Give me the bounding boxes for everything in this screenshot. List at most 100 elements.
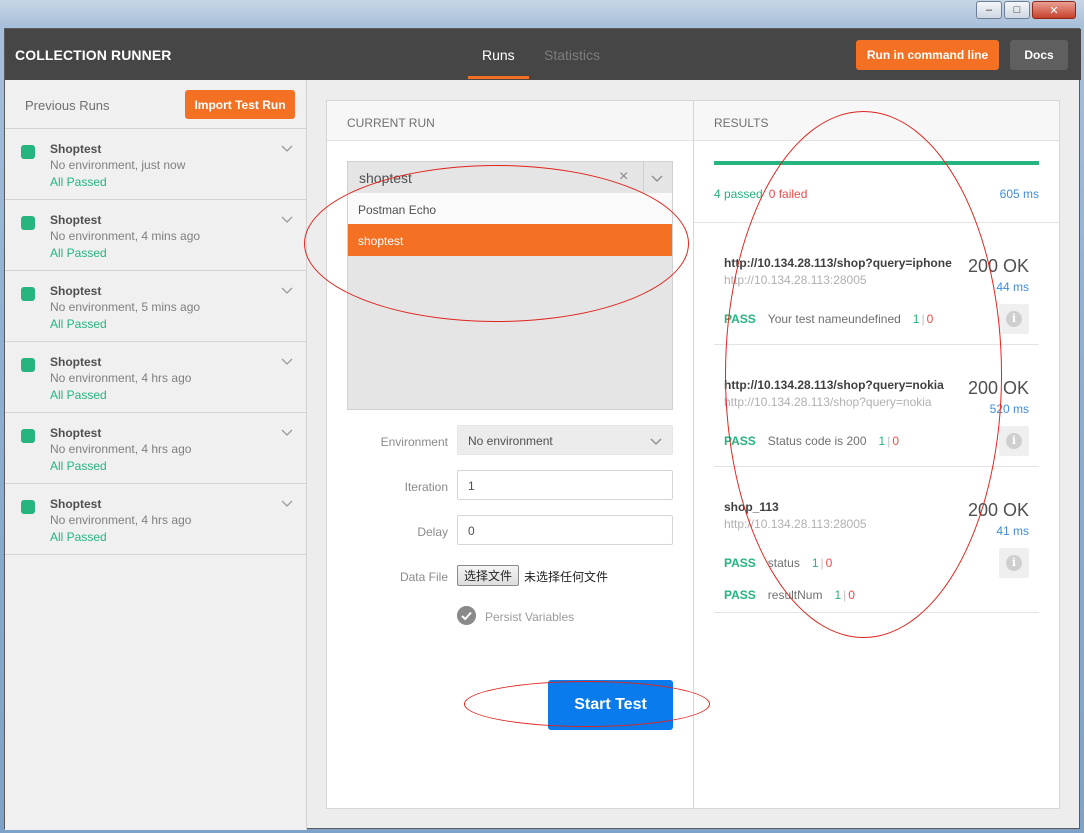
maximize-icon[interactable]: □ [1004,1,1030,19]
chevron-down-icon[interactable] [651,172,663,184]
request-url: http://10.134.28.113/shop?query=nokia [724,395,932,409]
run-environment: No environment, 5 mins ago [50,300,201,314]
response-time: 520 ms [989,402,1029,416]
response-status: 200 OK [967,500,1029,520]
run-environment: No environment, 4 hrs ago [50,442,192,456]
delay-value: 0 [468,524,475,538]
request-name[interactable]: shop_113 [724,500,779,514]
run-name: Shoptest [50,426,102,440]
delay-input[interactable]: 0 [457,515,673,545]
test-result-line: PASS Status code is 200 1 | 0 [724,434,899,448]
collection-option-postman-echo[interactable]: Postman Echo [348,193,672,225]
run-list-item[interactable]: Shoptest No environment, 4 hrs ago All Pas… [5,342,306,413]
minimize-icon[interactable]: – [976,1,1002,19]
failed-count: 0 failed [768,187,808,201]
run-environment: No environment, 4 hrs ago [50,371,192,385]
import-test-run-button[interactable]: Import Test Run [185,90,295,119]
start-test-button[interactable]: Start Test [548,680,673,730]
close-window-icon[interactable]: ✕ [1032,1,1076,19]
header-bar: COLLECTION RUNNER Runs Statistics Run in… [5,29,1081,80]
request-result: http://10.134.28.113/shop?query=iphone ht… [714,223,1039,345]
test-pass-count: 1 [912,312,920,326]
test-fail-count: 0 [825,556,833,570]
run-result: All Passed [50,388,107,402]
info-button[interactable]: i [999,548,1029,578]
collection-select[interactable]: shoptest × [348,162,672,194]
run-list-item[interactable]: Shoptest No environment, 4 hrs ago All Pas… [5,484,306,555]
test-status: PASS [724,588,756,602]
tab-runs[interactable]: Runs [468,47,529,79]
app-window: COLLECTION RUNNER Runs Statistics Run in… [4,28,1081,830]
environment-select[interactable]: No environment [457,425,673,455]
chevron-down-icon[interactable] [281,426,293,438]
test-fail-count: 0 [926,312,934,326]
test-result-line: PASS Your test nameundefined 1 | 0 [724,312,933,326]
sidebar: Previous Runs Import Test Run Shoptest No… [5,80,307,830]
test-pass-count: 1 [878,434,886,448]
choose-file-button[interactable]: 选择文件 [457,565,520,586]
close-icon[interactable]: × [619,168,628,186]
run-list-item[interactable]: Shoptest No environment, 4 hrs ago All Pas… [5,413,306,484]
status-square-icon [21,216,35,230]
collection-dropdown: shoptest × Postman Echo shoptest [347,161,673,410]
chevron-down-icon[interactable] [281,355,293,367]
current-run-heading: CURRENT RUN [347,116,435,130]
test-result-line: PASS resultNum 1 | 0 [724,588,855,602]
info-icon: i [1006,311,1022,327]
data-file-label: Data File [399,570,448,584]
run-result: All Passed [50,175,107,189]
info-button[interactable]: i [999,426,1029,456]
test-fail-count: 0 [892,434,900,448]
previous-runs-list: Shoptest No environment, just now All Pass… [5,129,306,555]
run-list-item[interactable]: Shoptest No environment, 5 mins ago All Pa… [5,271,306,342]
test-fail-count: 0 [848,588,855,602]
run-in-command-line-button[interactable]: Run in command line [856,40,999,70]
test-status: PASS [724,312,756,326]
run-environment: No environment, 4 hrs ago [50,513,192,527]
iteration-input[interactable]: 1 [457,470,673,500]
count-separator: | [887,434,891,448]
run-list-item[interactable]: Shoptest No environment, just now All Pass… [5,129,306,200]
results-header: RESULTS [694,101,1059,141]
status-square-icon [21,287,35,301]
run-name: Shoptest [50,355,102,369]
window-titlebar [0,0,1084,26]
info-button[interactable]: i [999,304,1029,334]
docs-button[interactable]: Docs [1010,40,1068,70]
results-progress-bar [714,161,1039,165]
current-run-column: CURRENT RUN shoptest × Postman Echo shop… [327,101,694,808]
test-name: Status code is 200 [767,434,867,448]
chevron-down-icon[interactable] [281,213,293,225]
request-url: http://10.134.28.113:28005 [724,517,867,531]
data-file-row: Data File 选择文件 未选择任何文件 [327,563,694,595]
request-name[interactable]: http://10.134.28.113/shop?query=nokia [724,378,944,392]
run-result: All Passed [50,459,107,473]
passed-count: 4 passed [714,187,763,201]
count-separator: | [921,312,925,326]
request-result: http://10.134.28.113/shop?query=nokia htt… [714,345,1039,467]
chevron-down-icon[interactable] [281,284,293,296]
no-file-chosen-text: 未选择任何文件 [524,570,609,584]
app-title: COLLECTION RUNNER [15,47,172,63]
chevron-down-icon[interactable] [281,142,293,154]
chevron-down-icon[interactable] [281,497,293,509]
run-name: Shoptest [50,213,102,227]
check-circle-icon [457,606,476,625]
environment-label: Environment [380,435,448,449]
environment-row: Environment No environment [327,425,694,457]
sidebar-header: Previous Runs Import Test Run [5,80,306,129]
collection-option-label: shoptest [358,234,404,248]
tab-statistics[interactable]: Statistics [544,47,600,63]
test-status: PASS [724,434,756,448]
info-icon: i [1006,433,1022,449]
status-square-icon [21,358,35,372]
request-name[interactable]: http://10.134.28.113/shop?query=iphone [724,256,952,270]
main-panel: CURRENT RUN shoptest × Postman Echo shop… [326,100,1060,809]
collection-select-value: shoptest [359,170,412,186]
results-column: RESULTS 4 passed 0 failed 605 ms http://1… [694,101,1059,808]
delay-label: Delay [417,525,448,539]
run-list-item[interactable]: Shoptest No environment, 4 mins ago All Pa… [5,200,306,271]
current-run-header: CURRENT RUN [327,101,693,141]
collection-option-shoptest[interactable]: shoptest [348,224,672,256]
test-result-line: PASS status 1 | 0 [724,556,832,570]
